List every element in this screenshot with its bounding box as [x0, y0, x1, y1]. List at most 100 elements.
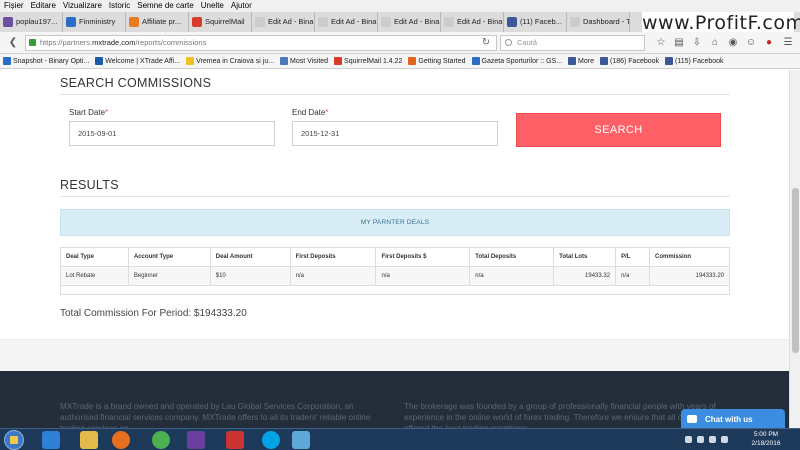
back-button[interactable]: ❮: [5, 35, 21, 51]
column-header[interactable]: First Deposits: [289, 247, 377, 267]
bookmark-item[interactable]: Most Visited: [280, 54, 328, 68]
home-icon[interactable]: ⌂: [708, 36, 722, 50]
reload-icon[interactable]: ↻: [478, 35, 494, 51]
menu-bar: Fișier Editare Vizualizare Istoric Semne de …: [0, 0, 800, 12]
window-icon[interactable]: [292, 431, 310, 449]
column-header[interactable]: Commission: [649, 247, 730, 267]
menu-item[interactable]: Ajutor: [231, 0, 252, 12]
tab-favicon-icon: [255, 17, 265, 27]
search-button[interactable]: SEARCH: [516, 113, 721, 147]
tab-label: poplau197...: [16, 17, 58, 26]
tab-label: Edit Ad - Binary...: [457, 17, 503, 26]
tab-favicon-icon: [444, 17, 454, 27]
browser-tab[interactable]: Affiliate pr...: [126, 12, 189, 32]
bookmark-item[interactable]: Getting Started: [408, 54, 466, 68]
end-date-label: End Date*: [292, 108, 329, 117]
tab-label: Dashboard - T...: [583, 17, 630, 26]
clock-time: 5:00 PM: [753, 431, 779, 438]
tab-label: Edit Ad - Binary...: [268, 17, 314, 26]
download-icon[interactable]: ⇩: [690, 36, 704, 50]
menu-item[interactable]: Fișier: [4, 0, 24, 12]
column-header[interactable]: First Deposits $: [375, 247, 471, 267]
start-date-input[interactable]: 2015-09-01: [69, 121, 275, 146]
browser-tab[interactable]: Edit Ad - Binary...: [378, 12, 441, 32]
bookmark-item[interactable]: More: [568, 54, 594, 68]
bookmark-item[interactable]: (115) Facebook: [665, 54, 724, 68]
search-input[interactable]: Caută: [500, 35, 645, 51]
table-footer-row: [60, 286, 730, 295]
bookmark-item[interactable]: Vremea in Craiova si ju...: [186, 54, 274, 68]
page-scrollbar[interactable]: [789, 70, 800, 428]
firefox-icon[interactable]: [112, 431, 130, 449]
bookmark-item[interactable]: SquirrelMail 1.4.22: [334, 54, 402, 68]
column-header[interactable]: Account Type: [127, 247, 211, 267]
search-commissions-heading: SEARCH COMMISSIONS: [60, 76, 212, 90]
browser-tab[interactable]: Edit Ad - Binary...: [441, 12, 504, 32]
bookmark-item[interactable]: Welcome | XTrade Affi...: [95, 54, 180, 68]
tray-icon[interactable]: [697, 436, 704, 443]
menu-item[interactable]: Editare: [31, 0, 56, 12]
chat-icon[interactable]: ◉: [726, 36, 740, 50]
visual-studio-icon[interactable]: [187, 431, 205, 449]
url-path: /reports/commissions: [135, 38, 207, 47]
clock[interactable]: 5:00 PM 2/18/2016: [738, 430, 794, 450]
bookmark-label: Most Visited: [290, 57, 329, 65]
pinterest-icon[interactable]: ●: [762, 36, 776, 50]
start-button[interactable]: [4, 430, 24, 450]
column-header[interactable]: Deal Amount: [209, 247, 291, 267]
chat-widget[interactable]: Chat with us: [681, 409, 785, 430]
bookmark-item[interactable]: Gazeta Sporturilor :: GS...: [471, 54, 562, 68]
menu-item[interactable]: Unelte: [201, 0, 224, 12]
browser-tab[interactable]: SquirrelMail: [189, 12, 252, 32]
tab-favicon-icon: [507, 17, 517, 27]
menu-icon[interactable]: ☰: [781, 36, 795, 50]
media-player-icon[interactable]: [226, 431, 244, 449]
volume-icon[interactable]: [721, 436, 728, 443]
tab-favicon-icon: [129, 17, 139, 27]
ie-icon[interactable]: [42, 431, 60, 449]
tab-label: Edit Ad - Binary...: [394, 17, 440, 26]
skype-icon[interactable]: [262, 431, 280, 449]
folder-icon[interactable]: [80, 431, 98, 449]
menu-item[interactable]: Vizualizare: [63, 0, 102, 12]
column-header[interactable]: P/L: [615, 247, 651, 267]
lock-icon: [29, 39, 36, 46]
divider: [60, 94, 730, 95]
chrome-icon[interactable]: [152, 431, 170, 449]
tray-icon[interactable]: [685, 436, 692, 443]
menu-item[interactable]: Semne de carte: [137, 0, 193, 12]
bookmark-item[interactable]: Snapshot - Binary Opti...: [3, 54, 89, 68]
browser-tab[interactable]: (11) Faceb...: [504, 12, 567, 32]
scroll-thumb[interactable]: [792, 188, 799, 353]
site-footer: MXTrade is a brand owned and operated by…: [0, 371, 789, 428]
column-header[interactable]: Deal Type: [60, 247, 129, 267]
smiley-icon[interactable]: ☺: [744, 36, 758, 50]
menu-item[interactable]: Istoric: [109, 0, 130, 12]
bookmark-favicon-icon: [186, 57, 195, 65]
browser-tab[interactable]: Finministry: [63, 12, 126, 32]
end-date-input[interactable]: 2015-12-31: [292, 121, 498, 146]
browser-tab[interactable]: Edit Ad - Binary...: [315, 12, 378, 32]
bookmark-favicon-icon: [568, 57, 577, 65]
bookmark-favicon-icon: [95, 57, 104, 65]
tab-favicon-icon: [66, 17, 76, 27]
browser-tab[interactable]: Edit Ad - Binary...: [252, 12, 315, 32]
column-header[interactable]: Total Deposits: [469, 247, 555, 267]
results-heading: RESULTS: [60, 178, 119, 192]
star-icon[interactable]: ☆: [654, 36, 668, 50]
tab-favicon-icon: [570, 17, 580, 27]
clock-date: 2/18/2016: [751, 440, 781, 447]
url-prefix: https://partners.: [40, 38, 93, 47]
address-bar[interactable]: https://partners.mxtrade.com/reports/com…: [25, 35, 497, 51]
browser-tab[interactable]: poplau197...: [0, 12, 63, 32]
reading-list-icon[interactable]: ▤: [672, 36, 686, 50]
bookmark-label: More: [578, 57, 594, 65]
bookmark-favicon-icon: [334, 57, 343, 65]
tab-favicon-icon: [192, 17, 202, 27]
browser-tab[interactable]: Dashboard - T...: [567, 12, 630, 32]
bookmark-item[interactable]: (186) Facebook: [600, 54, 659, 68]
network-icon[interactable]: [709, 436, 716, 443]
column-header[interactable]: Total Lots: [553, 247, 617, 267]
table-cell: n/a: [469, 266, 555, 286]
search-icon: [505, 39, 512, 46]
